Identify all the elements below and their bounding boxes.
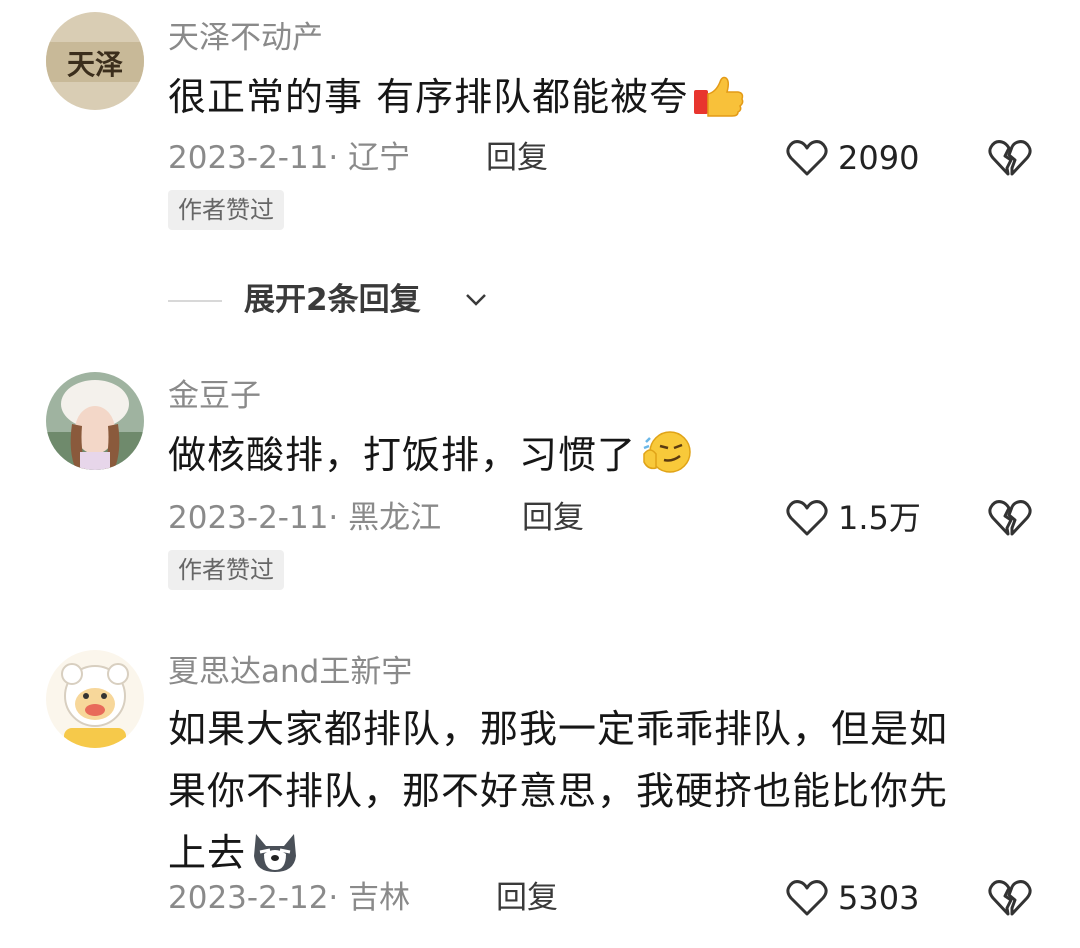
comment-date-location: 2023-2-11· 辽宁 — [168, 140, 411, 176]
avatar-logo-text: 天泽 — [67, 48, 123, 81]
avatar[interactable]: 天泽 — [46, 12, 144, 110]
dislike-button[interactable] — [988, 498, 1032, 550]
chevron-down-icon — [466, 294, 486, 306]
divider — [168, 300, 222, 302]
reply-button[interactable]: 回复 — [522, 496, 584, 540]
comment-date-location: 2023-2-12· 吉林 — [168, 880, 411, 916]
comment-date-location: 2023-2-11· 黑龙江 — [168, 500, 442, 536]
smirk-face-icon — [640, 428, 694, 494]
comment-text-body: 很正常的事 有序排队都能被夸 — [168, 75, 689, 119]
like-count: 1.5万 — [838, 499, 921, 537]
comment-meta: 2023-2-12· 吉林 回复 5303 — [168, 876, 1048, 920]
avatar[interactable] — [46, 372, 144, 470]
comment-text: 很正常的事 有序排队都能被夸 — [168, 66, 1018, 136]
comment-text: 如果大家都排队，那我一定乖乖排队，但是如 果你不排队，那不好意思，我硬挤也能比你… — [168, 698, 1018, 892]
dislike-button[interactable] — [988, 138, 1032, 190]
like-count: 2090 — [838, 139, 920, 177]
broken-heart-icon — [988, 500, 1032, 536]
avatar[interactable] — [46, 650, 144, 748]
heart-icon — [786, 140, 828, 176]
heart-icon — [786, 880, 828, 916]
username[interactable]: 天泽不动产 — [168, 18, 323, 58]
broken-heart-icon — [988, 880, 1032, 916]
comment-list: 天泽 天泽不动产 很正常的事 有序排队都能被夸 2023-2-11· 辽宁 回复… — [0, 0, 1080, 948]
expand-replies-label: 展开2条回复 — [244, 282, 421, 318]
comment-text: 做核酸排，打饭排，习惯了 — [168, 424, 1018, 494]
dislike-button[interactable] — [988, 878, 1032, 930]
reply-button[interactable]: 回复 — [486, 136, 548, 180]
comment-text-line: 果你不排队，那不好意思，我硬挤也能比你先 — [168, 769, 949, 813]
comment-meta: 2023-2-11· 辽宁 回复 2090 — [168, 136, 1048, 180]
thumbs-up-icon — [692, 74, 746, 136]
username[interactable]: 夏思达and王新宇 — [168, 652, 412, 692]
author-liked-badge: 作者赞过 — [168, 550, 284, 590]
comment-text-line: 上去 — [168, 831, 247, 875]
comment-text-body: 做核酸排，打饭排，习惯了 — [168, 433, 637, 477]
heart-icon — [786, 500, 828, 536]
author-liked-badge: 作者赞过 — [168, 190, 284, 230]
comment-meta: 2023-2-11· 黑龙江 回复 1.5万 — [168, 496, 1048, 540]
username[interactable]: 金豆子 — [168, 376, 261, 416]
reply-button[interactable]: 回复 — [496, 876, 558, 920]
broken-heart-icon — [988, 140, 1032, 176]
like-count: 5303 — [838, 879, 920, 917]
comment-text-line: 如果大家都排队，那我一定乖乖排队，但是如 — [168, 707, 949, 751]
